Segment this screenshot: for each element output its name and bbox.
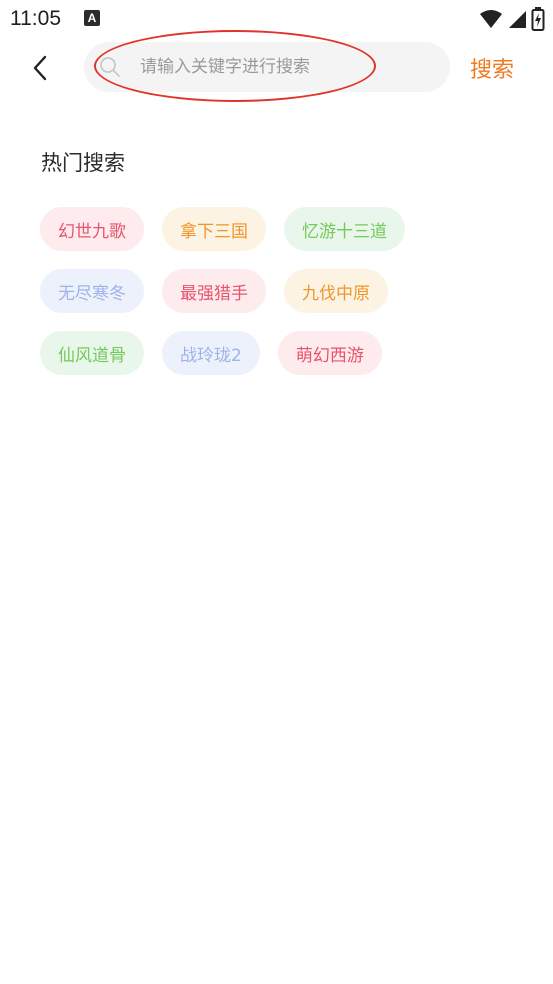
hot-tag[interactable]: 拿下三国 bbox=[162, 207, 266, 251]
tag-row: 仙风道骨 战玲珑2 萌幻西游 bbox=[40, 331, 520, 375]
wifi-icon bbox=[480, 10, 502, 28]
chevron-left-icon bbox=[33, 55, 47, 81]
hot-search-tags: 幻世九歌 拿下三国 忆游十三道 无尽寒冬 最强猎手 九伐中原 仙风道骨 战玲珑2… bbox=[40, 207, 520, 393]
hot-tag[interactable]: 战玲珑2 bbox=[162, 331, 260, 375]
search-input[interactable] bbox=[140, 42, 430, 92]
hot-tag[interactable]: 仙风道骨 bbox=[40, 331, 144, 375]
back-button[interactable] bbox=[20, 50, 60, 86]
search-button[interactable]: 搜索 bbox=[470, 52, 514, 84]
hot-tag[interactable]: 幻世九歌 bbox=[40, 207, 144, 251]
search-header: 搜索 bbox=[0, 30, 553, 102]
signal-icon bbox=[509, 11, 526, 28]
app-notification-icon: A bbox=[84, 10, 100, 26]
search-box[interactable] bbox=[84, 42, 450, 92]
status-indicators bbox=[479, 6, 545, 32]
hot-tag[interactable]: 最强猎手 bbox=[162, 269, 266, 313]
search-icon bbox=[100, 57, 120, 77]
hot-tag[interactable]: 忆游十三道 bbox=[284, 207, 405, 251]
hot-tag[interactable]: 萌幻西游 bbox=[277, 331, 382, 375]
battery-icon bbox=[531, 7, 545, 31]
tag-row: 幻世九歌 拿下三国 忆游十三道 bbox=[40, 207, 520, 251]
hot-tag[interactable]: 九伐中原 bbox=[284, 269, 388, 313]
tag-row: 无尽寒冬 最强猎手 九伐中原 bbox=[40, 269, 520, 313]
hot-search-title: 热门搜索 bbox=[41, 151, 125, 175]
status-time: 11:05 bbox=[10, 7, 61, 30]
hot-tag[interactable]: 无尽寒冬 bbox=[40, 269, 144, 313]
status-bar: 11:05 A bbox=[0, 0, 553, 40]
